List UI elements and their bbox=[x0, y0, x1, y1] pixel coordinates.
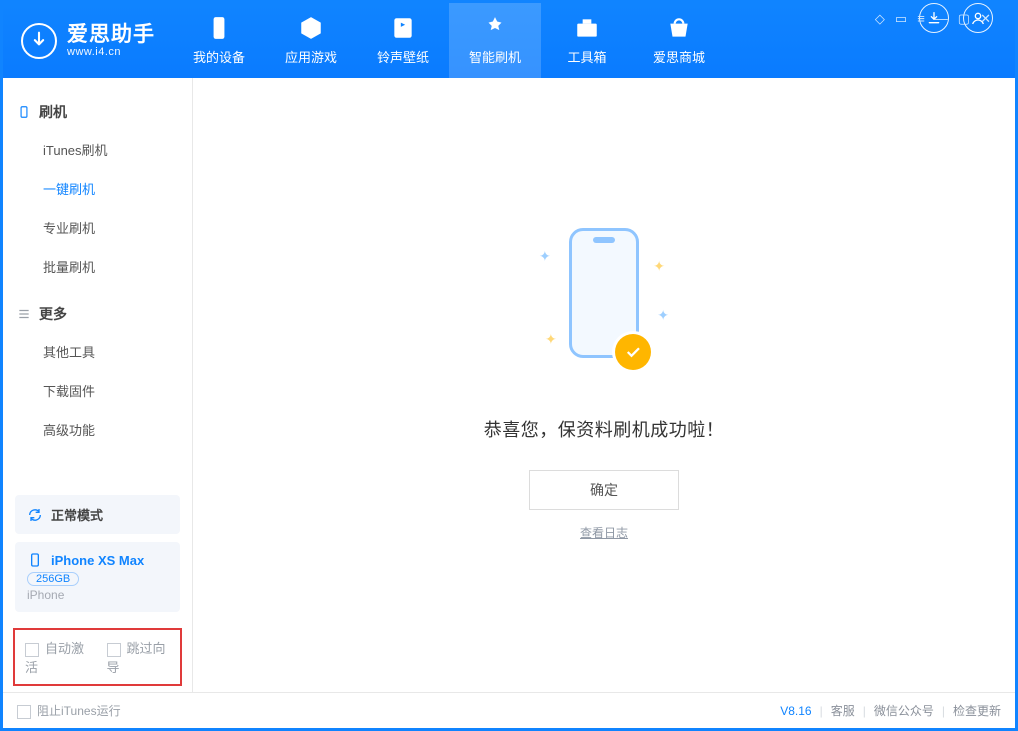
device-storage: 256GB bbox=[27, 572, 79, 586]
logo-icon bbox=[21, 23, 57, 59]
auto-activate-checkbox[interactable]: 自动激活 bbox=[25, 638, 89, 676]
app-subtitle: www.i4.cn bbox=[67, 46, 155, 58]
wechat-link[interactable]: 微信公众号 bbox=[874, 702, 934, 719]
device-type: iPhone bbox=[27, 588, 168, 602]
statusbar: 阻止iTunes运行 V8.16 | 客服 | 微信公众号 | 检查更新 bbox=[3, 692, 1015, 728]
maximize-button[interactable]: ▢ bbox=[958, 11, 970, 27]
mode-block[interactable]: 正常模式 bbox=[15, 495, 180, 534]
tab-label: 我的设备 bbox=[193, 47, 245, 66]
group-title: 刷机 bbox=[39, 102, 67, 122]
tab-label: 铃声壁纸 bbox=[377, 47, 429, 66]
sidebar-item-batch-flash[interactable]: 批量刷机 bbox=[3, 247, 192, 286]
tab-my-device[interactable]: 我的设备 bbox=[173, 3, 265, 78]
options-row: 自动激活 跳过向导 bbox=[13, 628, 182, 686]
checkmark-icon bbox=[615, 334, 651, 370]
success-message: 恭喜您，保资料刷机成功啦！ bbox=[484, 416, 725, 442]
version-label: V8.16 bbox=[780, 704, 811, 718]
tab-store[interactable]: 爱思商城 bbox=[633, 3, 725, 78]
window-controls: ◇ ▭ ≡ — ▢ ✕ bbox=[875, 11, 1003, 27]
tab-toolbox[interactable]: 工具箱 bbox=[541, 3, 633, 78]
refresh-icon bbox=[27, 507, 43, 523]
logo: 爱思助手 www.i4.cn bbox=[3, 3, 173, 78]
sidebar-item-other-tools[interactable]: 其他工具 bbox=[3, 332, 192, 371]
app-window: 爱思助手 www.i4.cn 我的设备 应用游戏 铃声壁纸 bbox=[0, 0, 1018, 731]
minimize-button[interactable]: — bbox=[935, 11, 948, 27]
tab-ringtones[interactable]: 铃声壁纸 bbox=[357, 3, 449, 78]
list-icon bbox=[17, 307, 31, 321]
menu-icon[interactable]: ≡ bbox=[917, 11, 925, 27]
device-block[interactable]: iPhone XS Max 256GB iPhone bbox=[15, 542, 180, 612]
check-update-link[interactable]: 检查更新 bbox=[953, 702, 1001, 719]
ok-button[interactable]: 确定 bbox=[529, 470, 679, 510]
skip-guide-checkbox[interactable]: 跳过向导 bbox=[107, 638, 171, 676]
tab-label: 爱思商城 bbox=[653, 47, 705, 66]
tab-label: 智能刷机 bbox=[469, 47, 521, 66]
feedback-icon[interactable]: ▭ bbox=[895, 11, 907, 27]
support-link[interactable]: 客服 bbox=[831, 702, 855, 719]
phone-icon bbox=[17, 105, 31, 119]
group-title: 更多 bbox=[39, 304, 67, 324]
sidebar-item-pro-flash[interactable]: 专业刷机 bbox=[3, 208, 192, 247]
main-tabs: 我的设备 应用游戏 铃声壁纸 智能刷机 工具箱 bbox=[173, 3, 725, 78]
sidebar-item-itunes-flash[interactable]: iTunes刷机 bbox=[3, 130, 192, 169]
close-button[interactable]: ✕ bbox=[980, 11, 991, 27]
mode-label: 正常模式 bbox=[51, 505, 103, 524]
titlebar: 爱思助手 www.i4.cn 我的设备 应用游戏 铃声壁纸 bbox=[3, 3, 1015, 78]
sidebar-item-download-firmware[interactable]: 下载固件 bbox=[3, 371, 192, 410]
sidebar-item-oneclick-flash[interactable]: 一键刷机 bbox=[3, 169, 192, 208]
main-pane: ✦✦ ✦✦ 恭喜您，保资料刷机成功啦！ 确定 查看日志 bbox=[193, 78, 1015, 692]
tab-apps-games[interactable]: 应用游戏 bbox=[265, 3, 357, 78]
sidebar: 刷机 iTunes刷机 一键刷机 专业刷机 批量刷机 更多 其他工具 下载固件 … bbox=[3, 78, 193, 692]
device-name: iPhone XS Max bbox=[51, 553, 144, 568]
sidebar-item-advanced[interactable]: 高级功能 bbox=[3, 410, 192, 449]
view-log-link[interactable]: 查看日志 bbox=[580, 526, 628, 540]
sidebar-group-more[interactable]: 更多 bbox=[3, 296, 192, 332]
tab-label: 应用游戏 bbox=[285, 47, 337, 66]
sidebar-group-flash[interactable]: 刷机 bbox=[3, 94, 192, 130]
tab-smart-flash[interactable]: 智能刷机 bbox=[449, 3, 541, 78]
tshirt-icon[interactable]: ◇ bbox=[875, 11, 885, 27]
block-itunes-checkbox[interactable]: 阻止iTunes运行 bbox=[17, 702, 121, 719]
app-title: 爱思助手 bbox=[67, 23, 155, 46]
device-icon bbox=[27, 552, 43, 568]
tab-label: 工具箱 bbox=[567, 47, 606, 66]
body: 刷机 iTunes刷机 一键刷机 专业刷机 批量刷机 更多 其他工具 下载固件 … bbox=[3, 78, 1015, 692]
success-illustration: ✦✦ ✦✦ bbox=[539, 228, 669, 388]
